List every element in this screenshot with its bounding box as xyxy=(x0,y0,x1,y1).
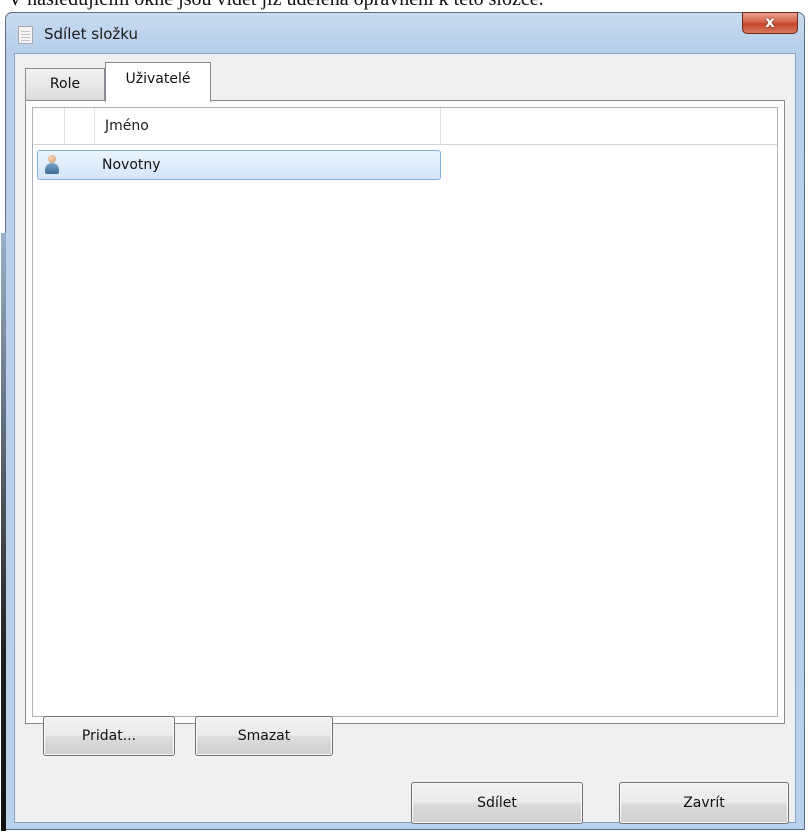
delete-button[interactable]: Smazat xyxy=(195,716,333,756)
dialog-content: Role Uživatelé Jméno Novotny Pridat... S… xyxy=(14,53,796,824)
add-button[interactable]: Pridat... xyxy=(43,716,175,756)
tab-role[interactable]: Role xyxy=(25,68,105,100)
list-item[interactable]: Novotny xyxy=(37,150,441,180)
column-header-name[interactable]: Jméno xyxy=(95,108,441,144)
close-window-button[interactable]: x xyxy=(742,12,798,34)
close-icon: x xyxy=(765,13,775,31)
column-header-blank[interactable] xyxy=(65,108,95,144)
tab-users[interactable]: Uživatelé xyxy=(105,62,211,102)
user-name: Novotny xyxy=(102,157,161,173)
page-caption: V následujícím okně jsou vidět již uděle… xyxy=(8,0,810,10)
document-icon xyxy=(18,26,33,44)
list-header: Jméno xyxy=(33,108,777,145)
title-bar[interactable]: Sdílet složku x xyxy=(6,12,804,53)
window-title: Sdílet složku xyxy=(44,25,139,43)
share-button[interactable]: Sdílet xyxy=(411,782,583,824)
share-folder-dialog: Sdílet složku x Role Uživatelé Jméno Nov… xyxy=(1,12,805,831)
users-list[interactable]: Jméno Novotny xyxy=(32,107,778,717)
users-tab-panel: Jméno Novotny xyxy=(25,100,785,724)
column-header-icon[interactable] xyxy=(33,108,65,144)
user-icon xyxy=(45,155,59,175)
close-button[interactable]: Zavrít xyxy=(619,782,789,824)
